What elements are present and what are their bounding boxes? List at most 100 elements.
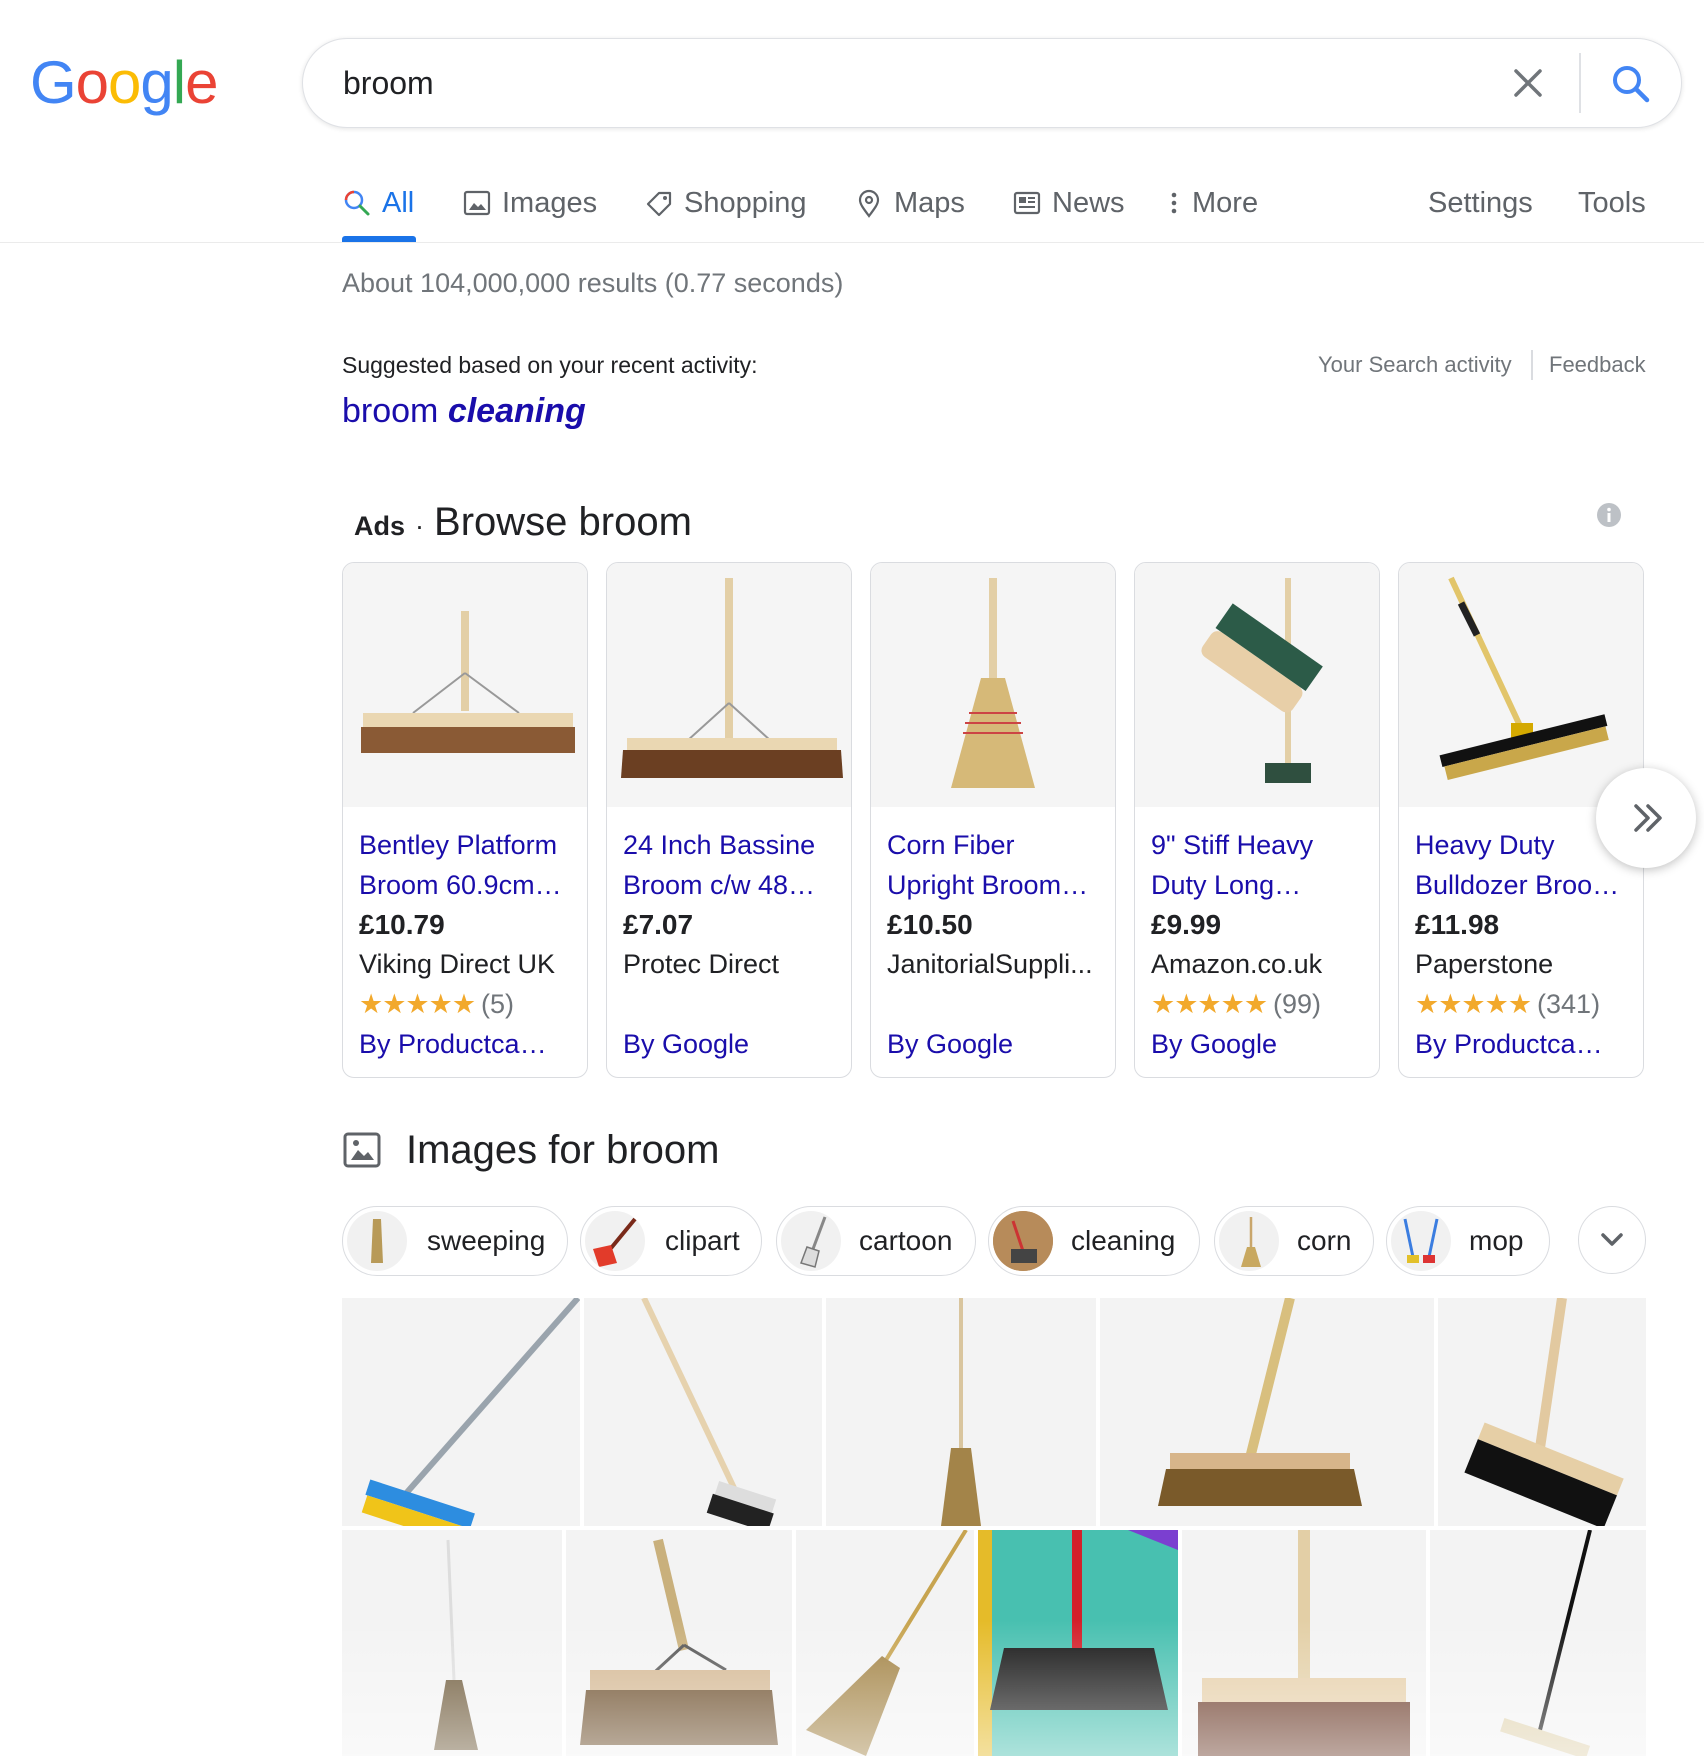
suggested-query-plain: broom xyxy=(342,392,439,430)
star-rating-icon: ★★★★★ xyxy=(1151,989,1268,1019)
product-merchant: JanitorialSuppli... xyxy=(887,949,1093,979)
product-title: 9" Stiff Heavy Duty Long… xyxy=(1151,830,1314,900)
chip-thumbnail xyxy=(347,1211,407,1271)
chip-label: corn xyxy=(1297,1225,1352,1256)
product-price: £10.50 xyxy=(887,909,973,940)
tag-icon xyxy=(646,191,672,217)
product-rating: ★★★★★ (99) xyxy=(1151,989,1321,1020)
image-result[interactable] xyxy=(584,1298,822,1526)
image-result[interactable] xyxy=(826,1298,1096,1526)
product-title: 24 Inch Bassine Broom c/w 48… xyxy=(623,830,816,900)
chip-mop[interactable]: mop xyxy=(1386,1206,1550,1276)
logo-letter: g xyxy=(140,49,173,116)
image-result[interactable] xyxy=(796,1530,974,1756)
image-result[interactable] xyxy=(1430,1530,1646,1756)
settings-label: Settings xyxy=(1428,186,1533,219)
product-source: By Productca… xyxy=(1415,1029,1603,1059)
next-button[interactable] xyxy=(1596,768,1696,868)
logo-letter: o xyxy=(108,49,141,116)
tab-label: All xyxy=(382,186,415,219)
tab-label: Shopping xyxy=(684,186,807,219)
product-source: By Google xyxy=(1151,1029,1278,1059)
image-result[interactable] xyxy=(566,1530,792,1756)
chip-corn[interactable]: corn xyxy=(1214,1206,1374,1276)
google-logo[interactable]: Google xyxy=(30,48,219,118)
image-result[interactable] xyxy=(978,1530,1178,1756)
chip-cleaning[interactable]: cleaning xyxy=(988,1206,1200,1276)
product-source: By Productca… xyxy=(359,1029,547,1059)
tab-shopping[interactable]: Shopping xyxy=(644,180,807,226)
clear-button[interactable] xyxy=(1503,58,1553,108)
suggested-query-bold: cleaning xyxy=(447,392,586,430)
ads-heading: Ads · Browse broom xyxy=(354,500,692,545)
image-result[interactable] xyxy=(1100,1298,1434,1526)
tab-bar: All Images Shopping Maps News More Setti… xyxy=(0,160,1704,243)
search-icon xyxy=(1613,66,1650,103)
search-input[interactable] xyxy=(341,57,1445,109)
tab-maps[interactable]: Maps xyxy=(854,180,965,226)
chip-clipart[interactable]: clipart xyxy=(580,1206,762,1276)
logo-letter: l xyxy=(172,49,186,116)
close-icon xyxy=(1514,69,1542,97)
chip-thumbnail xyxy=(781,1211,841,1271)
chip-label: mop xyxy=(1469,1225,1524,1256)
expand-chips-button[interactable] xyxy=(1578,1206,1646,1274)
rating-count: (99) xyxy=(1273,989,1322,1019)
search-icon xyxy=(344,190,370,216)
product-title: Corn Fiber Upright Broom… xyxy=(887,830,1089,900)
chip-label: cartoon xyxy=(859,1225,953,1256)
image-result[interactable] xyxy=(342,1298,580,1526)
ads-label: Ads xyxy=(354,511,406,541)
search-divider xyxy=(1579,53,1581,113)
ads-separator: · xyxy=(415,511,425,541)
product-merchant: Amazon.co.uk xyxy=(1151,949,1323,979)
product-ad-card[interactable]: Bentley Platform Broom 60.9cm… £10.79 Vi… xyxy=(342,562,588,1078)
chip-sweeping[interactable]: sweeping xyxy=(342,1206,568,1276)
image-result[interactable] xyxy=(342,1530,562,1756)
info-icon[interactable] xyxy=(1596,502,1622,528)
product-merchant: Paperstone xyxy=(1415,949,1554,979)
chip-thumbnail xyxy=(993,1211,1053,1271)
tab-images[interactable]: Images xyxy=(462,180,597,226)
chevron-down-icon xyxy=(1601,1233,1623,1246)
feedback-link[interactable]: Feedback xyxy=(1549,352,1646,378)
product-image xyxy=(871,563,1115,807)
product-image xyxy=(343,563,587,807)
logo-letter: G xyxy=(30,49,77,116)
more-vert-icon xyxy=(1171,192,1177,214)
rating-count: (341) xyxy=(1537,989,1601,1019)
product-price: £7.07 xyxy=(623,909,694,940)
chip-cartoon[interactable]: cartoon xyxy=(776,1206,976,1276)
product-rating: ★★★★★ (341) xyxy=(1415,989,1600,1020)
image-result[interactable] xyxy=(1182,1530,1426,1756)
suggested-label: Suggested based on your recent activity: xyxy=(342,352,758,378)
chip-thumbnail xyxy=(1391,1211,1451,1271)
tab-news[interactable]: News xyxy=(1012,180,1125,226)
result-stats: About 104,000,000 results (0.77 seconds) xyxy=(342,268,844,298)
logo-letter: e xyxy=(185,49,218,116)
image-result[interactable] xyxy=(1438,1298,1646,1526)
star-rating-icon: ★★★★★ xyxy=(359,989,476,1019)
tools-label: Tools xyxy=(1578,186,1646,219)
product-price: £10.79 xyxy=(359,909,445,940)
settings-link[interactable]: Settings xyxy=(1428,180,1533,226)
product-title: Bentley Platform Broom 60.9cm… xyxy=(359,830,562,900)
tab-label: Images xyxy=(502,186,598,219)
tab-more[interactable]: More xyxy=(1166,180,1258,226)
image-icon xyxy=(343,1132,381,1168)
tab-label: Maps xyxy=(894,186,965,219)
product-ad-card[interactable]: 24 Inch Bassine Broom c/w 48… £7.07 Prot… xyxy=(606,562,852,1078)
logo-letter: o xyxy=(75,49,109,116)
search-box xyxy=(302,38,1682,128)
search-button[interactable] xyxy=(1603,56,1659,112)
product-ad-card[interactable]: 9" Stiff Heavy Duty Long… £9.99 Amazon.c… xyxy=(1134,562,1380,1078)
tab-all[interactable]: All xyxy=(342,180,414,226)
image-icon xyxy=(463,190,491,216)
product-ad-card[interactable]: Corn Fiber Upright Broom… £10.50 Janitor… xyxy=(870,562,1116,1078)
suggested-query-link[interactable]: broom cleaning xyxy=(342,392,586,431)
tools-link[interactable]: Tools xyxy=(1578,180,1646,226)
your-search-activity-link[interactable]: Your Search activity xyxy=(1318,352,1512,378)
product-rating: ★★★★★ (5) xyxy=(359,989,514,1020)
product-source: By Google xyxy=(623,1029,750,1059)
ads-title: Browse broom xyxy=(434,500,692,544)
